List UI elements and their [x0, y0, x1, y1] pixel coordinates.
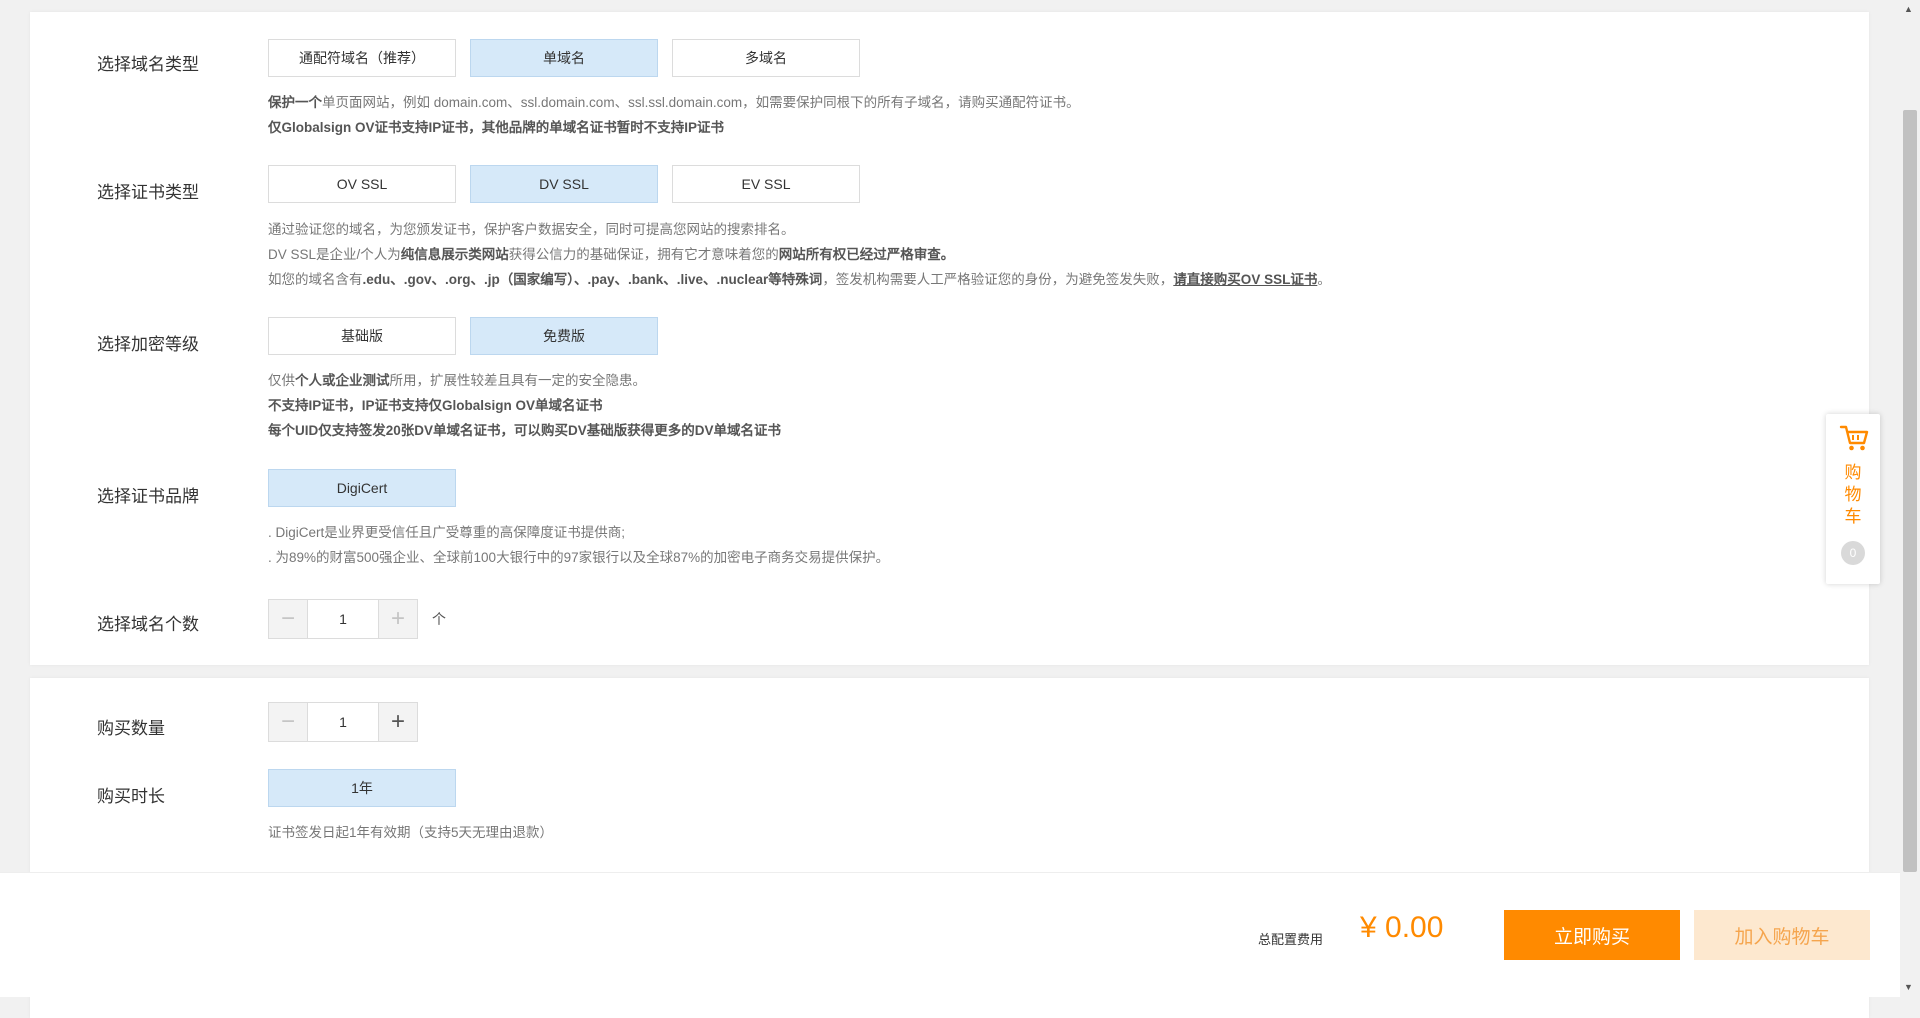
- brand-desc-line1: . DigiCert是业界更受信任且广受尊重的高保障度证书提供商;: [268, 525, 626, 540]
- cert-type-desc-line2-b: 纯信息展示类网站: [400, 247, 509, 262]
- buy-ov-ssl-link[interactable]: 请直接购买OV SSL证书: [1173, 272, 1317, 287]
- duration-description: 证书签发日起1年有效期（支持5天无理由退款）: [268, 825, 554, 840]
- cert-type-desc-line2-c: 获得公信力的基础保证，拥有它才意味着您的: [508, 247, 779, 262]
- duration-label: 购买时长: [97, 787, 165, 806]
- floating-cart[interactable]: 购物车 0: [1826, 414, 1880, 584]
- order-bottom-bar: 总配置费用 ¥ 0.00 立即购买 加入购物车: [0, 872, 1900, 997]
- total-price: ¥ 0.00: [1360, 911, 1444, 944]
- option-wildcard-domain[interactable]: 通配符域名（推荐）: [268, 39, 456, 77]
- cert-type-desc-line3-c: ，签发机构需要人工严格验证您的身份，为避免签发失败，: [822, 272, 1174, 287]
- option-free[interactable]: 免费版: [470, 317, 658, 355]
- domain-count-label: 选择域名个数: [97, 615, 199, 634]
- cart-label-char: 车: [1844, 507, 1862, 526]
- cert-type-desc-line3-a: 如您的域名含有: [268, 272, 363, 287]
- cart-label-char: 购: [1844, 463, 1862, 482]
- domain-type-desc-bold: 保护一个: [268, 95, 322, 110]
- cert-type-description: 通过验证您的域名，为您颁发证书，保护客户数据安全，同时可提高您网站的搜索排名。 …: [268, 217, 1331, 292]
- brand-desc-line2: . 为89%的财富500强企业、全球前100大银行中的97家银行以及全球87%的…: [268, 550, 890, 565]
- option-ov-ssl[interactable]: OV SSL: [268, 165, 456, 203]
- encryption-desc-line1-b: 个人或企业测试: [295, 373, 390, 388]
- domain-count-decrement-button[interactable]: −: [269, 600, 307, 638]
- encryption-label: 选择加密等级: [97, 335, 199, 354]
- encryption-desc-line1-a: 仅供: [268, 373, 295, 388]
- encryption-desc-line1-c: 所用，扩展性较差且具有一定的安全隐患。: [389, 373, 647, 388]
- domain-count-unit: 个: [432, 611, 446, 627]
- purchase-qty-decrement-button[interactable]: −: [269, 703, 307, 741]
- purchase-qty-increment-button[interactable]: +: [379, 703, 417, 741]
- scroll-up-arrow-icon[interactable]: ▲: [1904, 4, 1913, 14]
- encryption-desc-line2: 不支持IP证书，IP证书支持仅Globalsign OV单域名证书: [268, 398, 603, 413]
- cert-type-label: 选择证书类型: [97, 183, 199, 202]
- encryption-desc-line3: 每个UID仅支持签发20张DV单域名证书，可以购买DV基础版获得更多的DV单域名…: [268, 423, 782, 438]
- purchase-qty-label: 购买数量: [97, 719, 165, 738]
- purchase-qty-stepper: − 1 +: [268, 702, 418, 742]
- domain-type-desc-ip-note: 仅Globalsign OV证书支持IP证书，其他品牌的单域名证书暂时不支持IP…: [268, 120, 725, 135]
- cert-type-desc-line2-a: DV SSL是企业/个人为: [268, 247, 401, 262]
- cart-label-char: 物: [1844, 485, 1862, 504]
- cert-config-panel: 选择域名类型 通配符域名（推荐） 单域名 多域名 保护一个单页面网站，例如 do…: [30, 12, 1869, 665]
- option-single-domain[interactable]: 单域名: [470, 39, 658, 77]
- domain-count-input[interactable]: 1: [307, 600, 379, 638]
- cert-type-desc-line3-b: .edu、.gov、.org、.jp（国家编写）、.pay、.bank、.liv…: [362, 272, 823, 287]
- add-to-cart-button[interactable]: 加入购物车: [1694, 910, 1870, 960]
- option-basic[interactable]: 基础版: [268, 317, 456, 355]
- option-dv-ssl[interactable]: DV SSL: [470, 165, 658, 203]
- encryption-description: 仅供个人或企业测试所用，扩展性较差且具有一定的安全隐患。 不支持IP证书，IP证…: [268, 368, 781, 443]
- domain-count-increment-button[interactable]: +: [379, 600, 417, 638]
- buy-now-button[interactable]: 立即购买: [1504, 910, 1680, 960]
- brand-label: 选择证书品牌: [97, 487, 199, 506]
- option-digicert[interactable]: DigiCert: [268, 469, 456, 507]
- domain-type-label: 选择域名类型: [97, 55, 199, 74]
- cert-type-desc-line1: 通过验证您的域名，为您颁发证书，保护客户数据安全，同时可提高您网站的搜索排名。: [268, 222, 795, 237]
- page-scrollbar[interactable]: ▲ ▼: [1900, 0, 1920, 996]
- cart-count-badge: 0: [1841, 541, 1865, 565]
- total-label: 总配置费用: [1258, 932, 1324, 947]
- scroll-down-arrow-icon[interactable]: ▼: [1904, 982, 1913, 992]
- domain-count-stepper: − 1 +: [268, 599, 418, 639]
- cart-icon: [1839, 425, 1869, 451]
- scrollbar-thumb[interactable]: [1903, 110, 1917, 872]
- option-ev-ssl[interactable]: EV SSL: [672, 165, 860, 203]
- domain-type-desc-text: 单页面网站，例如 domain.com、ssl.domain.com、ssl.s…: [322, 95, 1080, 110]
- domain-type-description: 保护一个单页面网站，例如 domain.com、ssl.domain.com、s…: [268, 90, 1080, 140]
- purchase-qty-input[interactable]: 1: [307, 703, 379, 741]
- option-1-year[interactable]: 1年: [268, 769, 456, 807]
- brand-description: . DigiCert是业界更受信任且广受尊重的高保障度证书提供商; . 为89%…: [268, 520, 889, 570]
- cart-label: 购物车: [1826, 462, 1880, 528]
- cert-type-desc-line3-d: 。: [1317, 272, 1331, 287]
- option-multi-domain[interactable]: 多域名: [672, 39, 860, 77]
- cert-type-desc-line2-d: 网站所有权已经过严格审查。: [778, 247, 955, 262]
